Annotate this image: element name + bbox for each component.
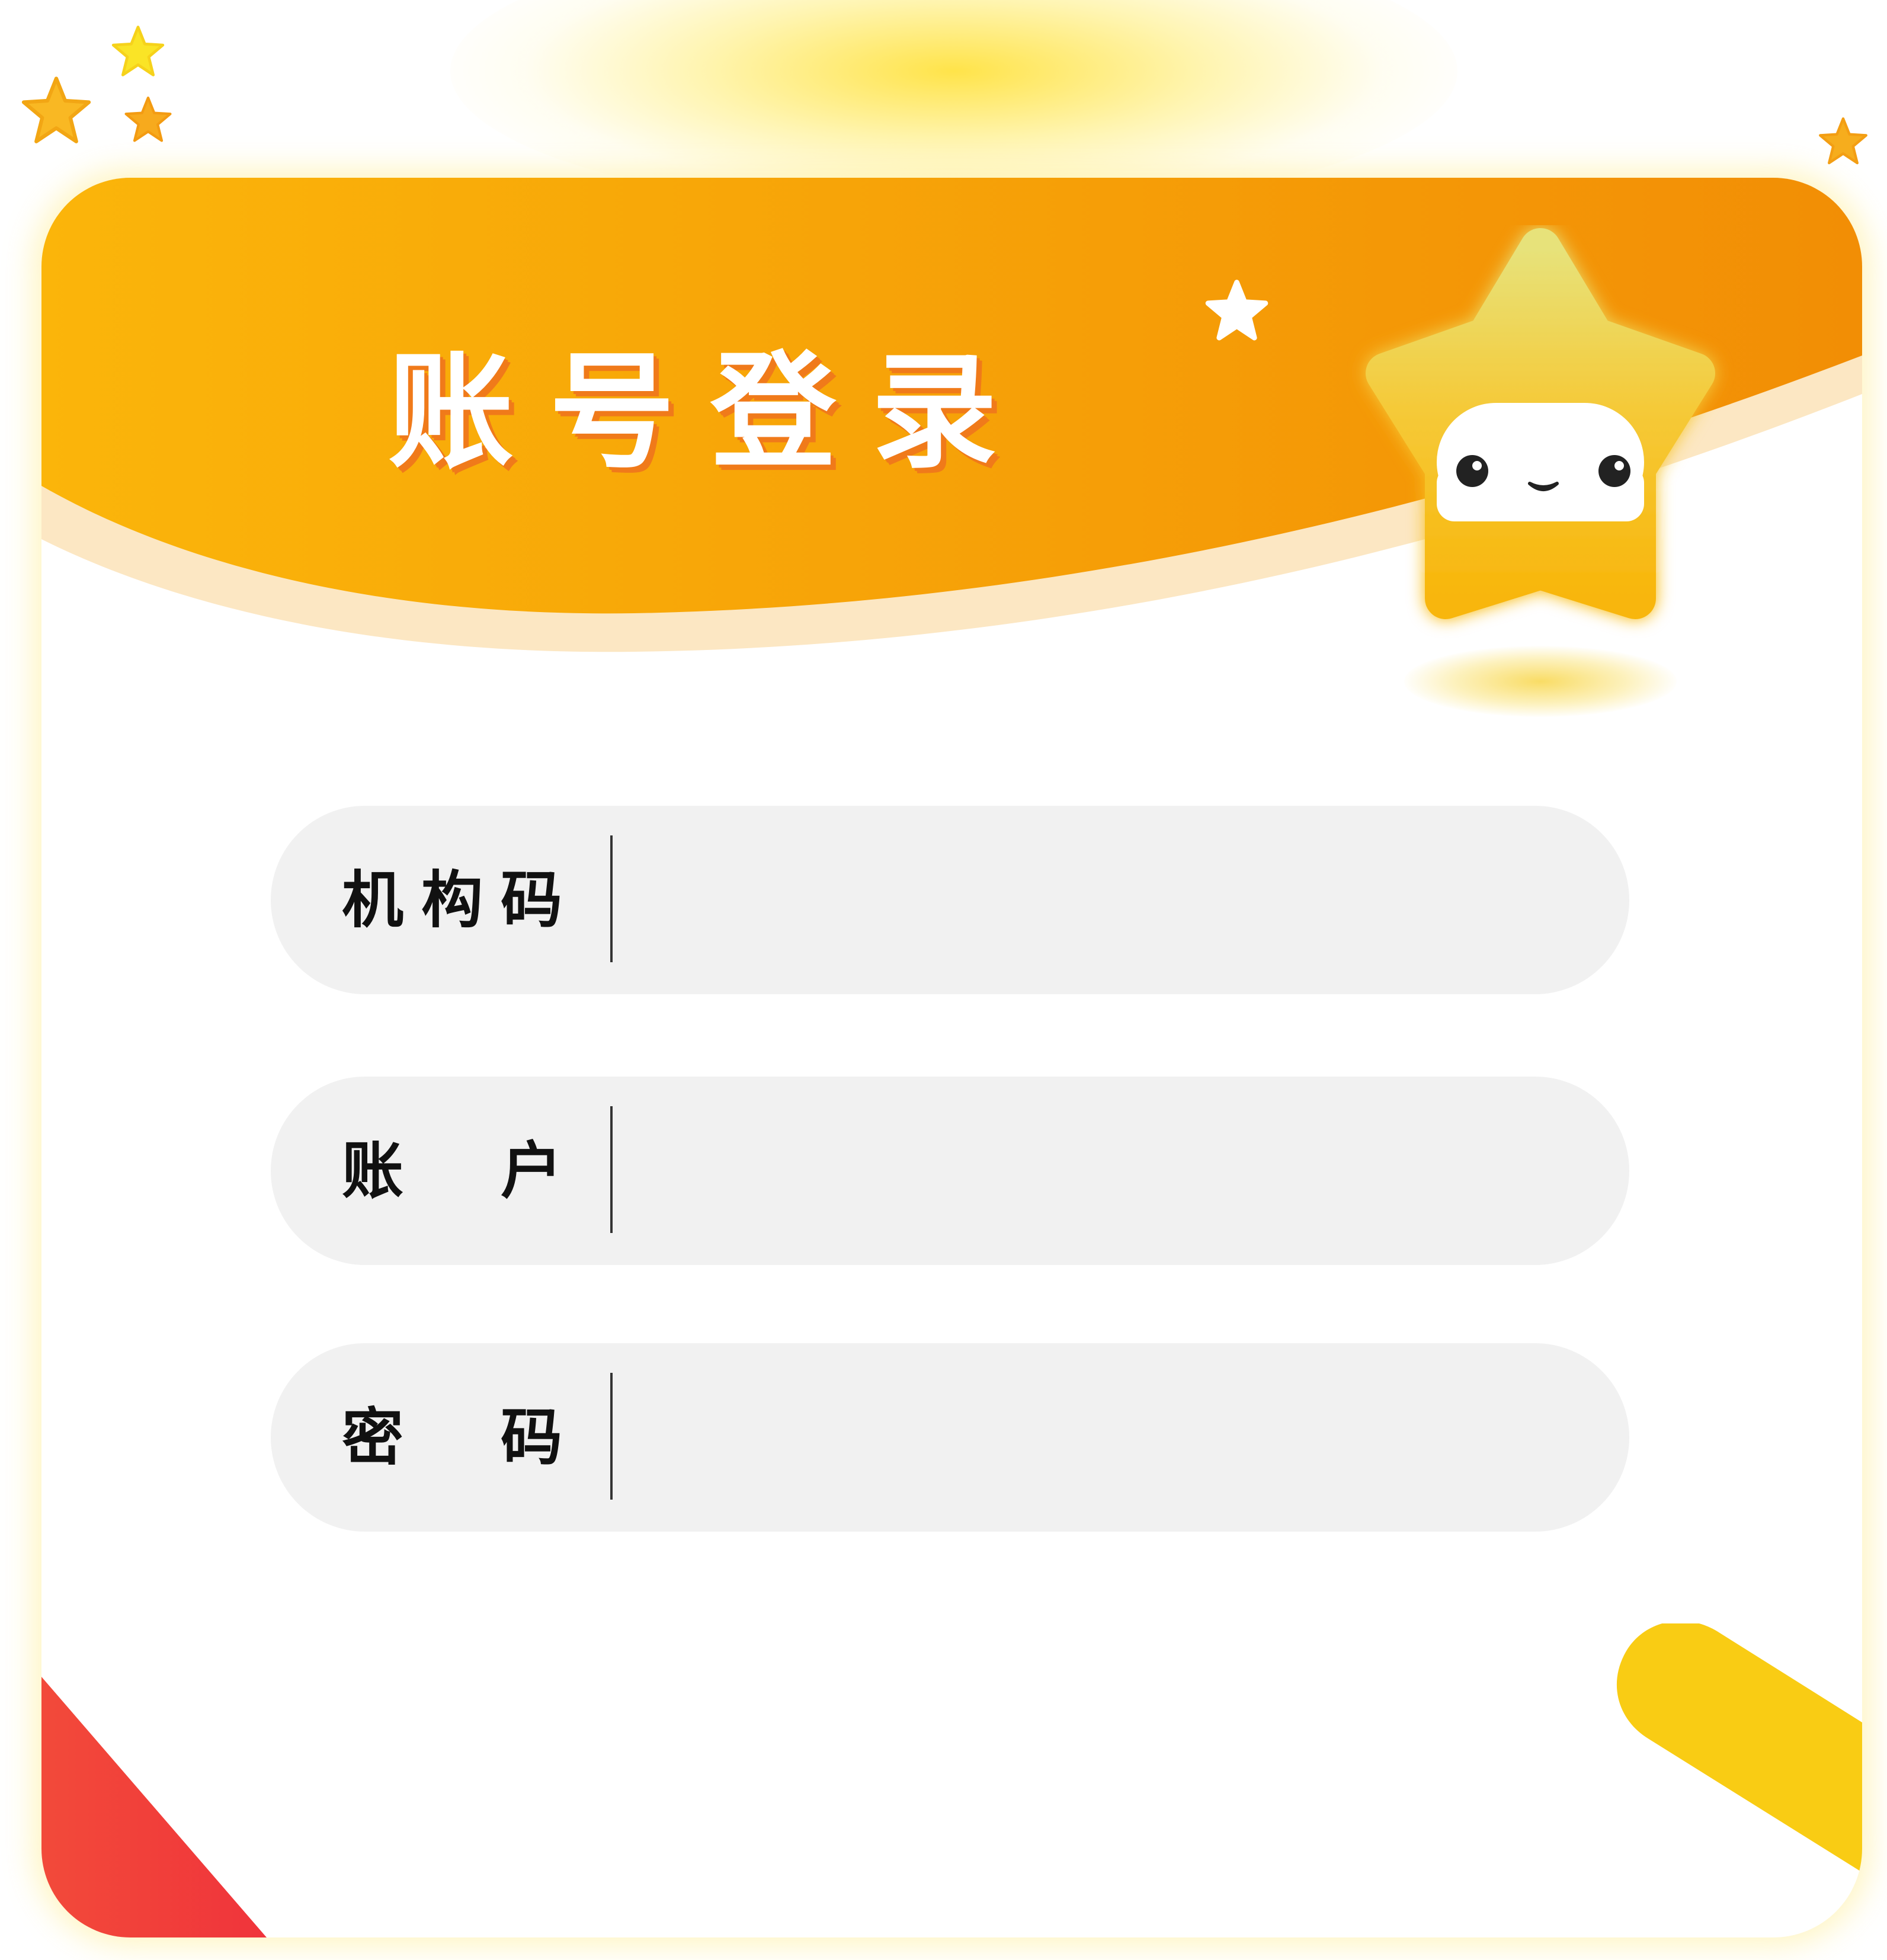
sparkle-icon xyxy=(1205,280,1268,341)
org-code-label: 机构码 xyxy=(342,864,581,936)
account-input[interactable] xyxy=(632,1100,1559,1242)
star-icon xyxy=(21,76,91,143)
login-card: 账号登录 机构码 账 户 密 码 xyxy=(41,178,1862,1937)
field-divider xyxy=(610,1373,613,1500)
password-label: 密 码 xyxy=(342,1401,581,1474)
page-title: 账号登录 xyxy=(388,339,1033,485)
password-input[interactable] xyxy=(632,1367,1559,1509)
field-divider xyxy=(610,835,613,962)
star-mascot-icon xyxy=(1366,228,1715,619)
account-field[interactable]: 账 户 xyxy=(271,1077,1629,1265)
star-icon xyxy=(1819,117,1867,165)
star-icon xyxy=(124,96,172,142)
mascot-shadow xyxy=(1404,646,1677,717)
password-field[interactable]: 密 码 xyxy=(271,1343,1629,1532)
account-label: 账 户 xyxy=(342,1135,581,1207)
field-divider xyxy=(610,1106,613,1233)
red-corner-decoration xyxy=(41,1677,267,1937)
star-icon xyxy=(111,25,165,76)
org-code-input[interactable] xyxy=(632,830,1559,972)
org-code-field[interactable]: 机构码 xyxy=(271,806,1629,994)
yellow-pill-decoration xyxy=(1617,1623,1862,1872)
